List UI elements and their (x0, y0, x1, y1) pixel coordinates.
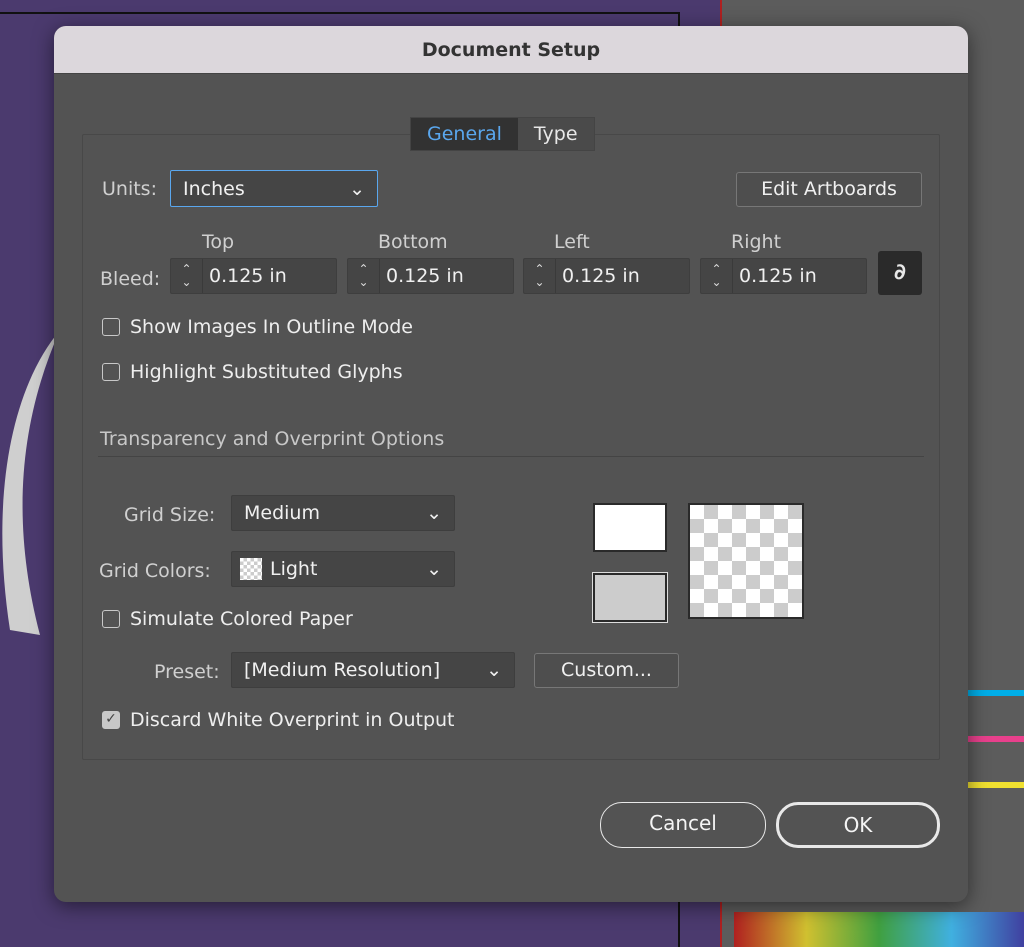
stepper-icon[interactable]: ⌃ ⌄ (171, 259, 203, 293)
grid-colors-value: Light (270, 558, 318, 580)
document-setup-dialog: Document Setup General Type Units: Inche… (54, 26, 968, 902)
simulate-paper-label: Simulate Colored Paper (130, 608, 353, 630)
transparency-grid-preview (688, 503, 804, 619)
grid-size-value: Medium (244, 502, 320, 524)
grid-color-swatch[interactable] (592, 572, 668, 623)
bleed-left-field[interactable]: ⌃ ⌄ 0.125 in (523, 258, 690, 294)
transparency-heading: Transparency and Overprint Options (100, 428, 445, 450)
discard-white-label: Discard White Overprint in Output (130, 709, 455, 731)
grid-size-dropdown[interactable]: Medium ⌄ (231, 495, 455, 531)
bleed-bottom-value[interactable]: 0.125 in (380, 259, 513, 293)
divider (98, 456, 924, 457)
bleed-right-field[interactable]: ⌃ ⌄ 0.125 in (700, 258, 867, 294)
highlight-glyphs-checkbox[interactable]: Highlight Substituted Glyphs (102, 361, 403, 383)
ok-button[interactable]: OK (776, 802, 940, 848)
chevron-down-icon: ⌄ (349, 177, 365, 200)
bleed-left-label: Left (554, 231, 590, 253)
bleed-top-value[interactable]: 0.125 in (203, 259, 336, 293)
cancel-button[interactable]: Cancel (600, 802, 766, 848)
preset-value: [Medium Resolution] (244, 659, 441, 681)
grid-size-label: Grid Size: (124, 504, 216, 526)
yellow-bar (968, 782, 1024, 788)
units-dropdown[interactable]: Inches ⌄ (170, 170, 378, 207)
edit-artboards-button[interactable]: Edit Artboards (736, 172, 922, 207)
stepper-icon[interactable]: ⌃ ⌄ (701, 259, 733, 293)
paper-color-swatch[interactable] (593, 503, 667, 552)
stepper-icon[interactable]: ⌃ ⌄ (348, 259, 380, 293)
magenta-bar (968, 736, 1024, 742)
bleed-top-field[interactable]: ⌃ ⌄ 0.125 in (170, 258, 337, 294)
bleed-right-value[interactable]: 0.125 in (733, 259, 866, 293)
grid-colors-dropdown[interactable]: Light ⌄ (231, 551, 455, 587)
checkmark-icon[interactable]: ✓ (102, 711, 120, 729)
link-chain-icon[interactable]: ∂ (878, 251, 922, 295)
bleed-bottom-field[interactable]: ⌃ ⌄ 0.125 in (347, 258, 514, 294)
chevron-down-icon: ⌄ (486, 659, 502, 681)
checker-swatch-icon (240, 558, 262, 580)
checkbox-icon[interactable] (102, 318, 120, 336)
simulate-paper-checkbox[interactable]: Simulate Colored Paper (102, 608, 353, 630)
highlight-glyphs-label: Highlight Substituted Glyphs (130, 361, 403, 383)
units-value: Inches (183, 177, 245, 200)
bleed-left-value[interactable]: 0.125 in (556, 259, 689, 293)
show-images-label: Show Images In Outline Mode (130, 316, 413, 338)
custom-button[interactable]: Custom... (534, 653, 679, 688)
tab-bar: General Type (410, 117, 595, 151)
preset-label: Preset: (154, 661, 220, 683)
dialog-title: Document Setup (54, 26, 968, 74)
discard-white-checkbox[interactable]: ✓ Discard White Overprint in Output (102, 709, 455, 731)
chevron-down-icon: ⌄ (426, 558, 442, 580)
grid-colors-label: Grid Colors: (99, 560, 211, 582)
bleed-label: Bleed: (100, 268, 161, 290)
tab-general[interactable]: General (411, 118, 518, 150)
stepper-icon[interactable]: ⌃ ⌄ (524, 259, 556, 293)
chevron-down-icon: ⌄ (426, 502, 442, 524)
cyan-bar (968, 690, 1024, 696)
tab-type[interactable]: Type (518, 118, 594, 150)
bleed-bottom-label: Bottom (378, 231, 448, 253)
bleed-top-label: Top (202, 231, 235, 253)
color-spectrum[interactable] (734, 912, 1024, 947)
checkbox-icon[interactable] (102, 610, 120, 628)
bleed-right-label: Right (731, 231, 782, 253)
units-label: Units: (102, 178, 157, 200)
show-images-checkbox[interactable]: Show Images In Outline Mode (102, 316, 413, 338)
checkbox-icon[interactable] (102, 363, 120, 381)
preset-dropdown[interactable]: [Medium Resolution] ⌄ (231, 652, 515, 688)
